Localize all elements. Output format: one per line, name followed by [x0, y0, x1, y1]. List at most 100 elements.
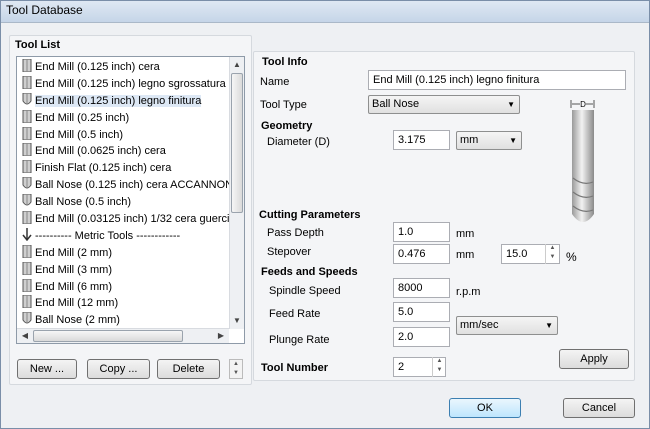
ball-nose-icon	[21, 177, 33, 190]
cancel-button[interactable]: Cancel	[563, 398, 635, 418]
tool-list-item[interactable]: End Mill (0.25 inch)	[17, 109, 229, 127]
ok-button[interactable]: OK	[449, 398, 521, 418]
tool-list-item[interactable]: ---------- Metric Tools ------------	[17, 227, 229, 245]
tool-list[interactable]: End Mill (0.125 inch) cera End Mill (0.12…	[16, 56, 245, 344]
tool-list-heading: Tool List	[15, 39, 61, 51]
tool-list-item[interactable]: End Mill (0.0625 inch) cera	[17, 143, 229, 160]
tool-list-item-label: End Mill (2 mm)	[35, 246, 113, 259]
apply-button[interactable]: Apply	[559, 349, 629, 369]
scroll-left-icon[interactable]: ◀	[18, 329, 32, 343]
group-arrow-icon	[21, 227, 33, 242]
tool-list-item-label: Ball Nose (0.125 inch) cera ACCANNON	[35, 179, 229, 192]
tool-list-item[interactable]: Ball Nose (0.5 inch)	[17, 194, 229, 211]
tool-list-item[interactable]: End Mill (0.125 inch) legno finitura	[17, 92, 229, 110]
tool-type-label: Tool Type	[260, 99, 307, 111]
decrement-icon[interactable]: ▼	[433, 366, 446, 375]
tool-list-item[interactable]: End Mill (6 mm)	[17, 278, 229, 296]
geometry-units-select[interactable]: mm ▼	[456, 131, 522, 150]
tool-list-item[interactable]: End Mill (12 mm)	[17, 295, 229, 312]
ball-nose-icon	[21, 312, 33, 325]
tool-list-vertical-scrollbar[interactable]: ▲ ▼	[229, 57, 244, 329]
tool-list-item[interactable]: Ball Nose (0.125 inch) cera ACCANNON	[17, 177, 229, 194]
stepover-field[interactable]: 0.476	[393, 244, 450, 264]
scroll-right-icon[interactable]: ▶	[214, 329, 228, 343]
reorder-spinner[interactable]: ▲ ▼	[229, 359, 243, 379]
increment-icon[interactable]: ▲	[433, 357, 446, 366]
pass-depth-field[interactable]: 1.0	[393, 222, 450, 242]
tool-list-item-label: End Mill (12 mm)	[35, 297, 119, 310]
tool-list-item-label: Finish Flat (0.125 inch) cera	[35, 162, 172, 175]
tool-list-item[interactable]: Finish Flat (0.125 inch) cera	[17, 160, 229, 177]
increment-icon[interactable]: ▲	[546, 244, 559, 253]
end-mill-icon	[21, 75, 33, 90]
horizontal-scroll-thumb[interactable]	[33, 330, 183, 342]
title-bar[interactable]: Tool Database	[1, 1, 649, 23]
copy-tool-button[interactable]: Copy ...	[87, 359, 150, 379]
tool-list-item[interactable]: End Mill (0.03125 inch) 1/32 cera guerci	[17, 211, 229, 228]
delete-tool-button[interactable]: Delete	[157, 359, 220, 379]
plunge-rate-field[interactable]: 2.0	[393, 327, 450, 347]
end-mill-icon	[21, 295, 33, 309]
tool-list-item-label: Ball Nose (0.5 inch)	[35, 196, 131, 209]
stepover-label: Stepover	[267, 246, 312, 258]
tool-database-window: Tool Database Tool List End Mill (0.125 …	[0, 0, 650, 429]
percent-sign: %	[566, 250, 577, 264]
tool-list-item-label: ---------- Metric Tools ------------	[35, 229, 181, 242]
tool-list-item-label: Ball Nose (2 mm)	[35, 314, 120, 327]
feed-rate-label: Feed Rate	[269, 308, 321, 320]
tool-list-items: End Mill (0.125 inch) cera End Mill (0.12…	[17, 59, 229, 329]
tool-list-item-label: End Mill (0.03125 inch) 1/32 cera guerci	[35, 213, 229, 226]
tool-list-item[interactable]: End Mill (3 mm)	[17, 261, 229, 279]
spindle-speed-label: Spindle Speed	[269, 285, 341, 297]
tool-list-horizontal-scrollbar[interactable]: ◀ ▶	[17, 328, 229, 343]
end-mill-icon	[21, 109, 33, 124]
vertical-scroll-thumb[interactable]	[231, 73, 243, 213]
tool-type-value: Ball Nose	[372, 98, 420, 110]
feed-rate-field[interactable]: 5.0	[393, 302, 450, 322]
diameter-marker: D	[580, 100, 586, 109]
tool-type-select[interactable]: Ball Nose ▼	[368, 95, 520, 114]
end-mill-icon	[21, 143, 33, 157]
scroll-down-icon[interactable]: ▼	[230, 314, 244, 328]
ball-nose-icon	[21, 194, 33, 207]
tool-list-item[interactable]: End Mill (0.125 inch) cera	[17, 59, 229, 76]
tool-list-item-label: End Mill (0.5 inch)	[35, 128, 124, 141]
stepover-unit: mm	[456, 249, 475, 261]
pass-depth-label: Pass Depth	[267, 227, 324, 239]
end-mill-icon	[21, 244, 33, 259]
tool-list-item-label: End Mill (0.25 inch)	[35, 111, 130, 124]
scroll-up-icon[interactable]: ▲	[230, 58, 244, 72]
tool-list-item[interactable]: End Mill (0.125 inch) legno sgrossatura	[17, 75, 229, 93]
tool-list-item-label: End Mill (0.125 inch) cera	[35, 61, 160, 73]
tool-list-item[interactable]: Ball Nose (2 mm)	[17, 312, 229, 329]
chevron-down-icon: ▼	[509, 136, 517, 145]
geometry-units-value: mm	[460, 134, 479, 146]
tool-list-item[interactable]: End Mill (0.5 inch)	[17, 126, 229, 144]
end-mill-icon	[21, 126, 33, 141]
tool-name-field[interactable]: End Mill (0.125 inch) legno finitura	[368, 70, 626, 90]
pass-depth-unit: mm	[456, 228, 475, 240]
tool-list-item-label: End Mill (6 mm)	[35, 280, 113, 293]
stepover-percent-spinner[interactable]: ▲ ▼	[545, 244, 559, 264]
spindle-speed-unit: r.p.m	[456, 286, 481, 298]
chevron-down-icon: ▼	[545, 321, 553, 330]
tool-list-item[interactable]: End Mill (2 mm)	[17, 244, 229, 262]
diameter-field[interactable]: 3.175	[393, 130, 450, 150]
rate-units-value: mm/sec	[460, 319, 499, 331]
new-tool-button[interactable]: New ...	[17, 359, 77, 379]
end-mill-icon	[21, 278, 33, 293]
end-mill-icon	[21, 59, 33, 73]
tool-list-item-label: End Mill (0.0625 inch) cera	[35, 145, 166, 158]
tool-list-item-label: End Mill (3 mm)	[35, 263, 113, 276]
rate-units-select[interactable]: mm/sec ▼	[456, 316, 558, 335]
move-down-icon[interactable]: ▼	[230, 369, 242, 378]
decrement-icon[interactable]: ▼	[546, 253, 559, 262]
tool-number-spinner[interactable]: ▲ ▼	[432, 357, 446, 377]
tool-info-heading: Tool Info	[262, 56, 308, 68]
window-title: Tool Database	[6, 3, 83, 17]
end-mill-icon	[21, 261, 33, 276]
name-label: Name	[260, 76, 290, 88]
spindle-speed-field[interactable]: 8000	[393, 278, 450, 298]
move-up-icon[interactable]: ▲	[230, 360, 242, 369]
feeds-and-speeds-heading: Feeds and Speeds	[261, 266, 358, 278]
